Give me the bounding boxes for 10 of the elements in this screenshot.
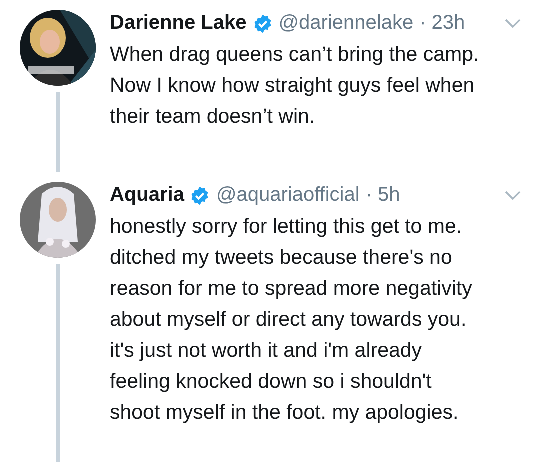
tweet-text: honestly sorry for letting this get to me. ditched my tweets because there's no reason for me to spread more negativity about myself or direct any towards you. it's just not worth it and i'm already feeling knocked down so i shouldn't shoot myself in the foot. my apologies. xyxy=(110,214,474,426)
user-handle[interactable]: @dariennelake xyxy=(278,12,414,35)
display-name[interactable]: Darienne Lake xyxy=(110,12,247,35)
timestamp[interactable]: · 23h xyxy=(420,12,466,35)
chevron-down-icon[interactable] xyxy=(504,18,522,30)
display-name[interactable]: Aquaria xyxy=(110,184,184,207)
user-handle[interactable]: @aquariaofficial xyxy=(216,184,360,207)
tweet-text: When drag queens can’t bring the camp. Now I know how straight guys feel when their team doesn’t win. xyxy=(110,42,480,130)
chevron-down-icon[interactable] xyxy=(504,190,522,202)
timestamp[interactable]: · 5h xyxy=(366,184,400,207)
